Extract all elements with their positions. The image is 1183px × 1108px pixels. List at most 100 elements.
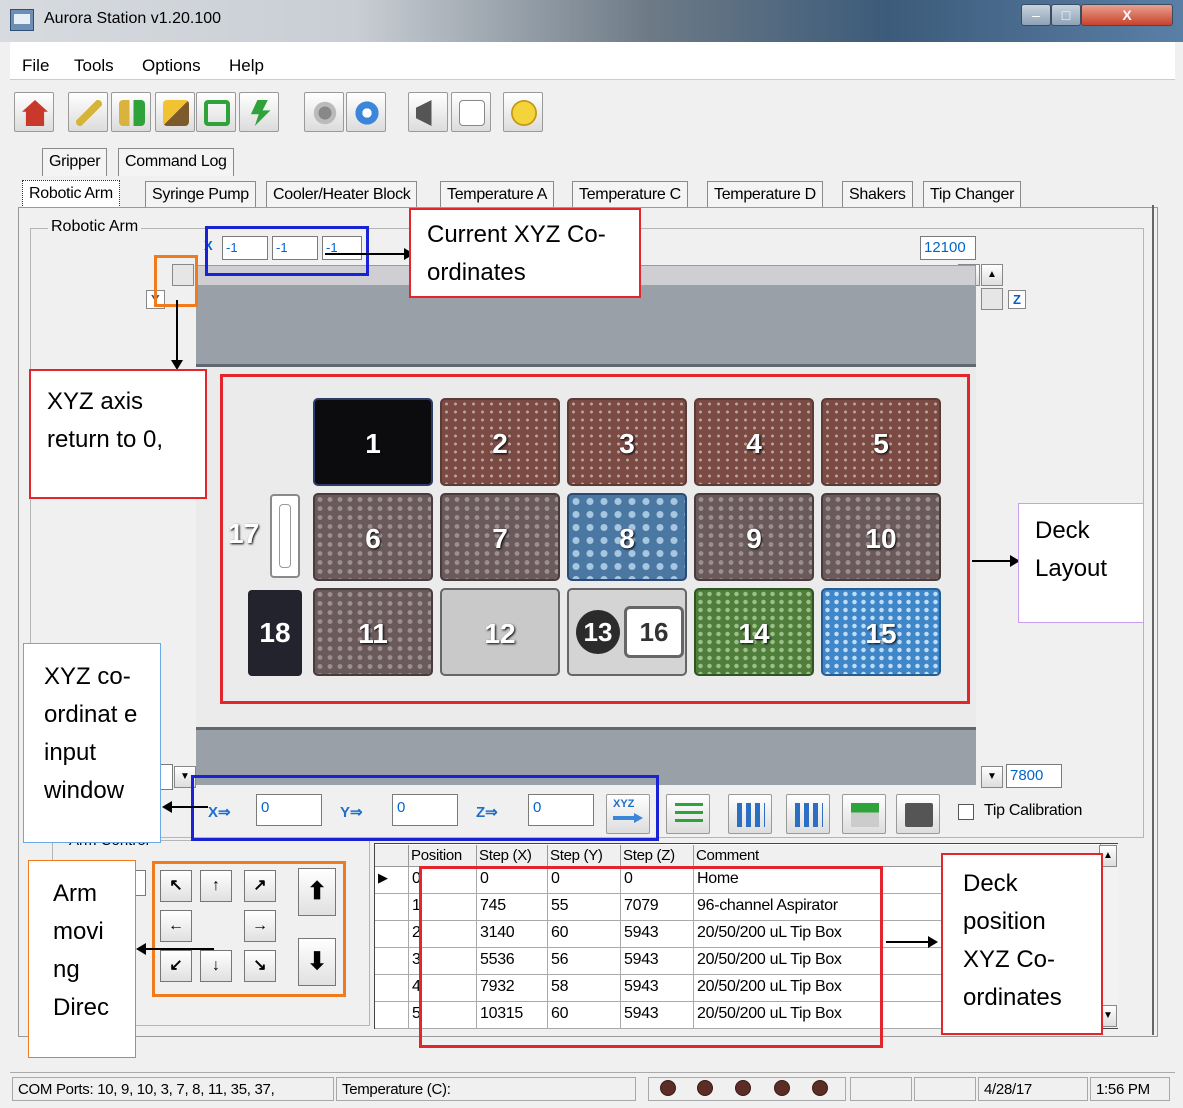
annotation-current-coords-box bbox=[205, 226, 369, 276]
gears-icon bbox=[312, 100, 338, 126]
info-icon bbox=[511, 100, 537, 126]
col-step-y[interactable]: Step (Y) bbox=[548, 845, 621, 867]
info-button[interactable] bbox=[503, 92, 543, 132]
app-icon bbox=[10, 9, 34, 31]
row-selector[interactable] bbox=[375, 921, 409, 948]
floppy-disk-icon bbox=[905, 803, 933, 827]
connect-button[interactable] bbox=[408, 92, 448, 132]
pipette-icon bbox=[76, 100, 102, 126]
tip-tray-icon bbox=[851, 803, 879, 827]
annotation-arrow-line-6 bbox=[886, 941, 930, 943]
gears-button[interactable] bbox=[304, 92, 344, 132]
annotation-arrow-line-3 bbox=[972, 560, 1012, 562]
save-button[interactable] bbox=[896, 794, 940, 834]
col-step-x[interactable]: Step (X) bbox=[477, 845, 548, 867]
tab-cooler-heater[interactable]: Cooler/Heater Block bbox=[266, 181, 418, 209]
annotation-xyz-input: XYZ co-ordinat e input window bbox=[23, 643, 161, 843]
gear-blue-icon bbox=[354, 100, 380, 126]
window-title: Aurora Station v1.20.100 bbox=[44, 10, 222, 27]
tips-down-icon bbox=[795, 803, 823, 827]
robotic-arm-group-label: Robotic Arm bbox=[48, 218, 142, 236]
settings-button[interactable] bbox=[346, 92, 386, 132]
tips-up-icon bbox=[737, 803, 765, 827]
save-position-button[interactable] bbox=[666, 794, 710, 834]
x-max-value: 12100 bbox=[920, 236, 976, 260]
y-max-value: 7800 bbox=[1006, 764, 1062, 788]
row-selector[interactable] bbox=[375, 975, 409, 1002]
tab-gripper[interactable]: Gripper bbox=[42, 148, 108, 176]
tip-power-icon bbox=[119, 100, 145, 126]
annotation-deck-position: Deck position XYZ Co-ordinates bbox=[941, 853, 1103, 1035]
maximize-button[interactable]: □ bbox=[1051, 4, 1081, 26]
tab-shakers[interactable]: Shakers bbox=[842, 181, 913, 209]
menu-file[interactable]: File bbox=[22, 56, 49, 76]
status-com-ports: COM Ports: 10, 9, 10, 3, 7, 8, 11, 35, 3… bbox=[12, 1077, 334, 1101]
binary-file-button[interactable] bbox=[451, 92, 491, 132]
pipette-button[interactable] bbox=[68, 92, 108, 132]
row-selector[interactable] bbox=[375, 948, 409, 975]
z-axis-label: Z bbox=[1008, 290, 1026, 309]
status-led-2 bbox=[697, 1080, 713, 1096]
tab-syringe-pump[interactable]: Syringe Pump bbox=[145, 181, 256, 209]
row-selector[interactable]: ▶ bbox=[375, 867, 409, 894]
refresh-button[interactable] bbox=[196, 92, 236, 132]
tab-tip-changer[interactable]: Tip Changer bbox=[923, 181, 1022, 209]
minimize-button[interactable]: – bbox=[1021, 4, 1051, 26]
annotation-axis-return: XYZ axis return to 0, bbox=[29, 369, 207, 499]
tab-robotic-arm[interactable]: Robotic Arm bbox=[22, 180, 120, 208]
panel-border bbox=[1152, 205, 1172, 1035]
annotation-deck-layout: Deck Layout bbox=[1018, 503, 1144, 623]
menu-help[interactable]: Help bbox=[229, 56, 264, 76]
annotation-arm-box bbox=[152, 861, 346, 997]
home-icon bbox=[22, 100, 48, 126]
annotation-current-xyz: Current XYZ Co-ordinates bbox=[409, 208, 641, 298]
annotation-arrow-line-4 bbox=[172, 806, 208, 808]
annotation-arm-moving: Arm movi ng Direc bbox=[28, 860, 136, 1058]
status-time: 1:56 PM bbox=[1090, 1077, 1170, 1101]
tip-calibration-label: Tip Calibration bbox=[984, 802, 1083, 819]
z-scroll-up-button[interactable]: ▲ bbox=[981, 264, 1003, 286]
annotation-table-box bbox=[419, 866, 883, 1048]
col-step-z[interactable]: Step (Z) bbox=[621, 845, 694, 867]
status-temperature: Temperature (C): bbox=[336, 1077, 636, 1101]
drop-tips-button[interactable] bbox=[842, 794, 886, 834]
status-led-4 bbox=[774, 1080, 790, 1096]
status-empty-2 bbox=[914, 1077, 976, 1101]
status-led-3 bbox=[735, 1080, 751, 1096]
z-slider-thumb[interactable] bbox=[981, 288, 1003, 310]
status-led-5 bbox=[812, 1080, 828, 1096]
binary-file-icon bbox=[459, 100, 485, 126]
row-selector[interactable] bbox=[375, 1002, 409, 1029]
z-scroll-down-button[interactable]: ▼ bbox=[981, 766, 1003, 788]
status-empty-1 bbox=[850, 1077, 912, 1101]
tip-calibration-checkbox[interactable] bbox=[958, 804, 974, 820]
swap-lines-icon bbox=[675, 803, 703, 827]
brush-button[interactable] bbox=[155, 92, 195, 132]
annotation-arrowhead-5 bbox=[136, 943, 146, 955]
table-corner bbox=[375, 845, 409, 867]
col-position[interactable]: Position bbox=[409, 845, 477, 867]
status-led-1 bbox=[660, 1080, 676, 1096]
status-date: 4/28/17 bbox=[978, 1077, 1088, 1101]
brush-icon bbox=[163, 100, 189, 126]
tab-command-log[interactable]: Command Log bbox=[118, 148, 234, 176]
row-selector[interactable] bbox=[375, 894, 409, 921]
annotation-input-box bbox=[191, 775, 659, 841]
tab-temperature-d[interactable]: Temperature D bbox=[707, 181, 823, 209]
eject-tips-button[interactable] bbox=[786, 794, 830, 834]
plug-icon bbox=[416, 100, 432, 126]
annotation-arrowhead-6 bbox=[928, 936, 938, 948]
annotation-arrow-line-2 bbox=[176, 300, 178, 362]
tab-temperature-a[interactable]: Temperature A bbox=[440, 181, 555, 209]
menu-options[interactable]: Options bbox=[142, 56, 201, 76]
home-button[interactable] bbox=[14, 92, 54, 132]
tip-power-button[interactable] bbox=[111, 92, 151, 132]
lightning-button[interactable] bbox=[239, 92, 279, 132]
close-button[interactable]: X bbox=[1081, 4, 1173, 26]
refresh-green-icon bbox=[204, 100, 230, 126]
tab-temperature-c[interactable]: Temperature C bbox=[572, 181, 688, 209]
pick-tips-button[interactable] bbox=[728, 794, 772, 834]
menu-tools[interactable]: Tools bbox=[74, 56, 114, 76]
annotation-deck-box bbox=[220, 374, 970, 704]
annotation-arrowhead-4 bbox=[162, 801, 172, 813]
